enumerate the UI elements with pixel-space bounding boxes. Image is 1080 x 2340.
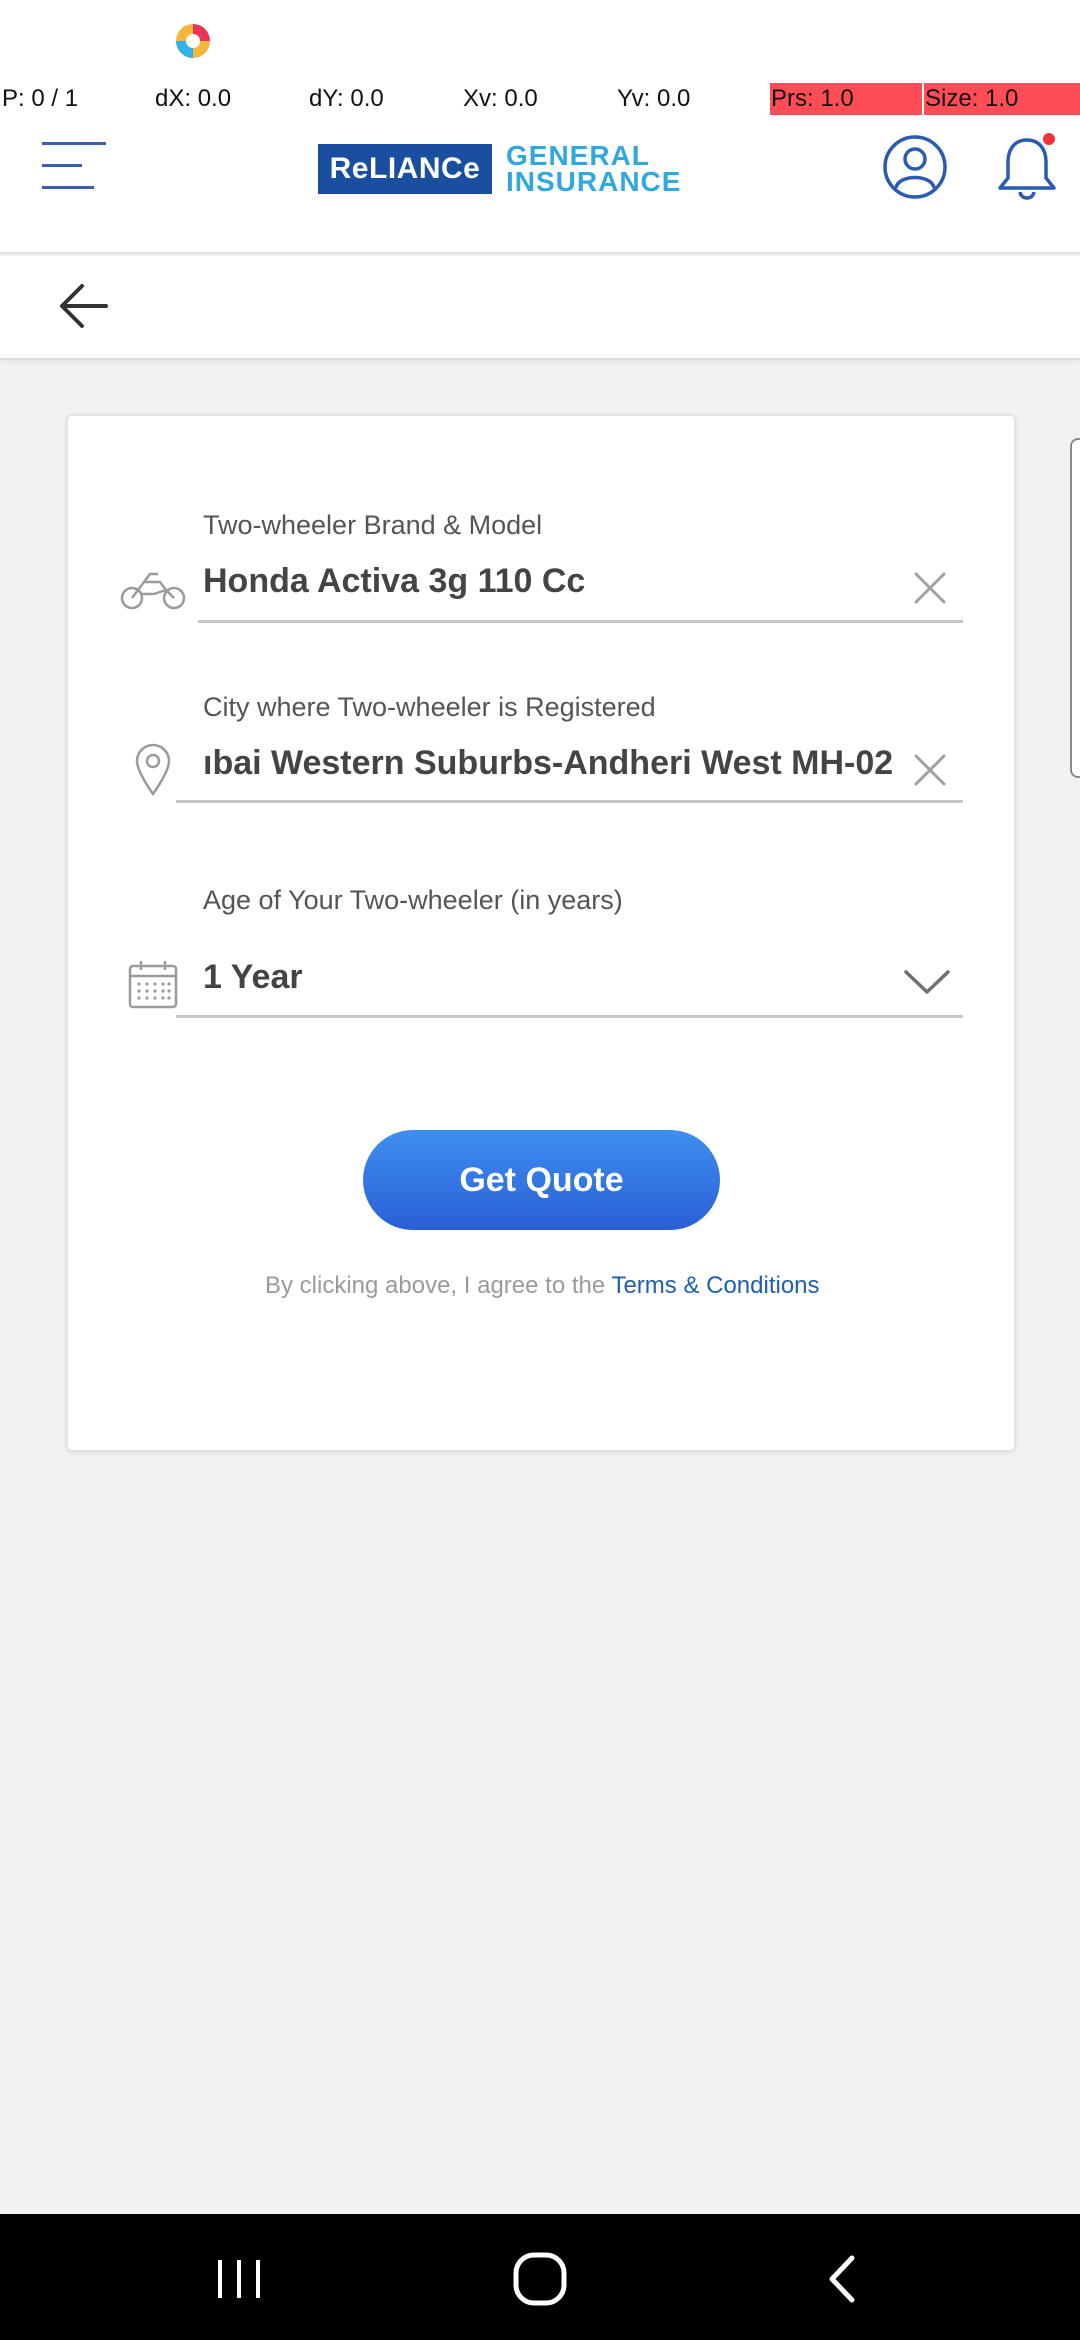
location-pin-icon xyxy=(135,743,171,796)
terms-link[interactable]: Terms & Conditions xyxy=(611,1272,819,1299)
clear-vehicle-icon[interactable] xyxy=(910,568,950,608)
motorcycle-icon xyxy=(120,572,186,610)
chevron-down-icon[interactable] xyxy=(902,962,952,1002)
terms-agreement-text: By clicking above, I agree to the Terms … xyxy=(265,1272,820,1300)
vehicle-input[interactable]: Honda Activa 3g 110 Cc xyxy=(203,562,893,601)
debug-xv: Xv: 0.0 xyxy=(463,85,538,112)
back-arrow-icon[interactable] xyxy=(54,276,114,336)
agree-text: By clicking above, I agree to the xyxy=(265,1272,612,1299)
sub-header xyxy=(0,256,1080,360)
vehicle-field-label: Two-wheeler Brand & Model xyxy=(203,510,543,540)
debug-yv: Yv: 0.0 xyxy=(617,85,691,112)
city-input[interactable]: ıbai Western Suburbs-Andheri West MH-02 xyxy=(203,744,893,783)
status-bar xyxy=(0,0,1080,80)
home-icon[interactable] xyxy=(505,2244,575,2314)
reliance-logo: ReLIANCe GENERAL INSURANCE xyxy=(318,142,682,197)
brand-wordmark: GENERAL INSURANCE xyxy=(506,142,682,197)
age-field-label: Age of Your Two-wheeler (in years) xyxy=(203,885,623,915)
recent-apps-icon[interactable] xyxy=(204,2244,274,2314)
debug-prs: Prs: 1.0 xyxy=(771,85,854,112)
debug-pointer-count: P: 0 / 1 xyxy=(2,85,79,112)
clear-city-icon[interactable] xyxy=(910,750,950,790)
app-status-icon xyxy=(176,24,210,58)
calendar-icon xyxy=(128,961,178,1009)
side-scroll-handle[interactable] xyxy=(1070,438,1080,778)
debug-dy: dY: 0.0 xyxy=(309,85,384,112)
brand-line-2: INSURANCE xyxy=(506,166,682,197)
debug-dx: dX: 0.0 xyxy=(155,85,232,112)
brand-box: ReLIANCe xyxy=(318,144,492,194)
debug-size: Size: 1.0 xyxy=(925,85,1019,112)
city-field-label: City where Two-wheeler is Registered xyxy=(203,692,656,722)
screen: P: 0 / 1 dX: 0.0 dY: 0.0 Xv: 0.0 Yv: 0.0… xyxy=(0,0,1080,2340)
get-quote-button[interactable]: Get Quote xyxy=(363,1130,720,1230)
notification-bell-icon[interactable] xyxy=(994,130,1060,204)
age-select[interactable]: 1 Year xyxy=(203,958,803,997)
city-underline xyxy=(176,800,963,803)
menu-icon[interactable] xyxy=(38,140,110,196)
age-underline xyxy=(176,1015,963,1018)
back-nav-icon[interactable] xyxy=(808,2244,878,2314)
notification-dot xyxy=(1043,133,1055,145)
profile-icon[interactable] xyxy=(882,134,948,200)
vehicle-underline xyxy=(198,620,963,623)
